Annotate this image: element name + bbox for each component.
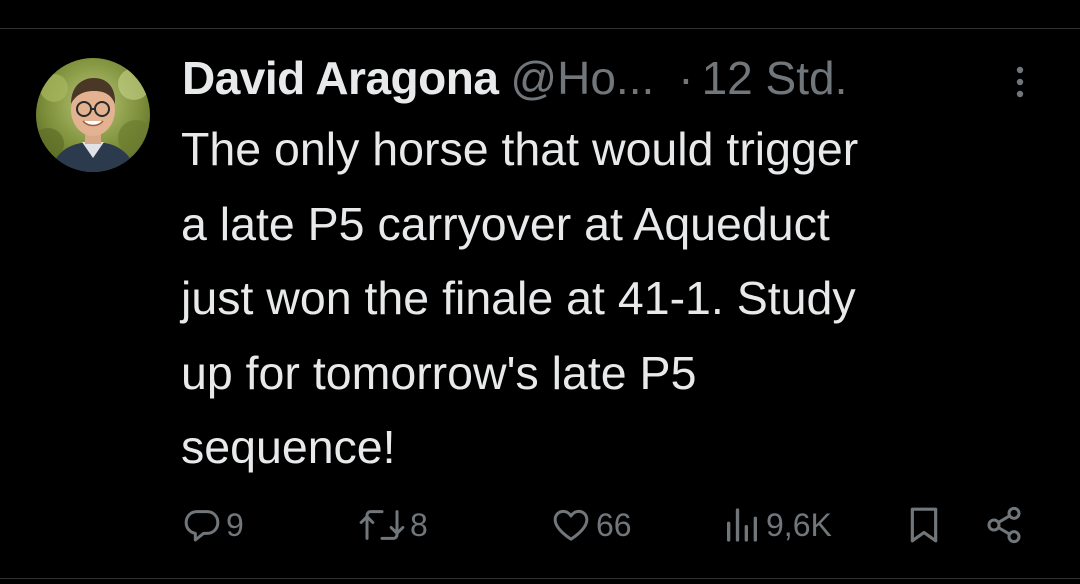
views-icon [727,508,757,542]
share-icon [987,506,1021,544]
tweet-timestamp[interactable]: 12 Std. [702,50,848,106]
avatar[interactable] [36,58,150,172]
bookmark-button[interactable] [904,500,944,550]
avatar-image [36,58,150,172]
like-button[interactable]: 66 [550,500,632,550]
bottom-divider [0,578,1080,579]
top-divider [0,28,1080,29]
share-button[interactable] [984,500,1024,550]
views-button[interactable]: 9,6K [722,500,832,550]
like-count: 66 [596,506,632,543]
more-vertical-icon[interactable] [1008,62,1032,102]
repost-count: 8 [410,506,428,543]
separator-dot: · [678,52,694,104]
reply-icon [184,510,220,542]
reply-count: 9 [226,506,244,543]
tweet-text: The only horse that would trigger a late… [181,123,859,473]
repost-icon [359,510,405,540]
heart-icon [553,509,589,541]
reply-button[interactable]: 9 [182,500,244,550]
repost-button[interactable]: 8 [358,500,428,550]
tweet-header: David Aragona @Ho... · 12 Std. [182,50,847,106]
author-name[interactable]: David Aragona [182,50,499,106]
views-count: 9,6K [766,506,832,543]
author-handle[interactable]: @Ho... [510,50,654,106]
bookmark-icon [910,507,938,543]
